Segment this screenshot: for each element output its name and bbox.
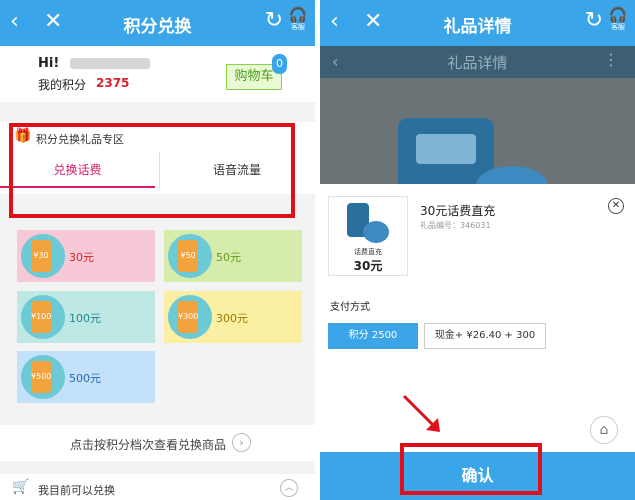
phone-icon: ¥100 bbox=[31, 301, 51, 333]
product-name: 30元话费直充 bbox=[420, 204, 496, 218]
recharge-card-500[interactable]: ¥500 500元 bbox=[17, 351, 155, 403]
card-amount: 100元 bbox=[69, 312, 101, 325]
recharge-card-100[interactable]: ¥100 100元 bbox=[17, 291, 155, 343]
recharge-card-50[interactable]: ¥50 50元 bbox=[164, 230, 302, 282]
points-exchange-screen: ‹ ✕ 积分兑换 ↻ 🎧 客服 Hi! 我的积分 2375 购物车 0 🎁 积分… bbox=[0, 0, 315, 500]
dimmed-background[interactable]: ‹ 礼品详情 ⋮ bbox=[320, 46, 635, 184]
top-bar: ‹ ✕ 礼品详情 ↻ 🎧 客服 bbox=[320, 0, 635, 46]
customer-service-label: 客服 bbox=[291, 23, 305, 31]
phone-illustration bbox=[398, 118, 494, 184]
pay-with-cash-option[interactable]: 现金+ ¥26.40 + 300 bbox=[424, 323, 546, 349]
product-number: 礼品编号：346031 bbox=[420, 221, 491, 230]
refresh-icon[interactable]: ↻ bbox=[585, 6, 603, 36]
more-icon: ⋮ bbox=[603, 50, 619, 69]
cart-icon: 🛒 bbox=[12, 479, 30, 495]
phone-icon: ¥300 bbox=[178, 301, 198, 333]
phone-icon: ¥500 bbox=[31, 361, 51, 393]
points-label: 我的积分 bbox=[38, 78, 87, 92]
customer-service-button[interactable]: 🎧 客服 bbox=[607, 7, 629, 32]
card-amount: 500元 bbox=[69, 372, 101, 385]
card-amount: 30元 bbox=[69, 251, 94, 264]
highlight-box bbox=[9, 123, 295, 218]
thumbnail-label: 话费直充 bbox=[354, 248, 382, 256]
gift-detail-screen: ‹ ✕ 礼品详情 ↻ 🎧 客服 ‹ 礼品详情 ⋮ 话费直充 30元 30元话费直… bbox=[320, 0, 635, 500]
recharge-card-300[interactable]: ¥300 300元 bbox=[164, 291, 302, 343]
highlight-box bbox=[400, 443, 542, 495]
browse-by-points-text: 点击按积分档次查看兑换商品 bbox=[70, 438, 227, 452]
points-value: 2375 bbox=[96, 76, 130, 90]
phone-icon: ¥50 bbox=[178, 240, 198, 272]
coin-icon bbox=[363, 221, 389, 243]
headset-icon: 🎧 bbox=[608, 6, 628, 24]
recharge-card-30[interactable]: ¥30 30元 bbox=[17, 230, 155, 282]
browse-by-points-link[interactable]: 点击按积分档次查看兑换商品 › bbox=[0, 425, 315, 461]
underlying-title: 礼品详情 bbox=[447, 54, 508, 72]
thumbnail-value: 30元 bbox=[353, 259, 383, 273]
pay-with-points-option[interactable]: 积分 2500 bbox=[328, 323, 418, 349]
close-sheet-icon[interactable]: ✕ bbox=[608, 198, 624, 214]
payment-method-label: 支付方式 bbox=[330, 302, 370, 313]
product-thumbnail: 话费直充 30元 bbox=[328, 196, 408, 276]
cart-badge: 0 bbox=[272, 54, 287, 74]
user-info: Hi! 我的积分 2375 购物车 0 bbox=[0, 46, 315, 102]
underlying-header: ‹ 礼品详情 ⋮ bbox=[320, 46, 635, 78]
card-amount: 50元 bbox=[216, 251, 241, 264]
blurred-username bbox=[70, 58, 150, 69]
can-exchange-section[interactable]: 🛒 我目前可以兑换 ︿ bbox=[0, 474, 315, 500]
home-icon[interactable]: ⌂ bbox=[590, 416, 618, 444]
chevron-up-icon[interactable]: ︿ bbox=[280, 479, 298, 497]
chevron-right-icon: › bbox=[232, 433, 251, 452]
phone-screen bbox=[416, 134, 476, 164]
headset-icon: 🎧 bbox=[288, 6, 308, 24]
phone-icon: ¥30 bbox=[31, 240, 51, 272]
greeting: Hi! bbox=[38, 56, 60, 71]
customer-service-button[interactable]: 🎧 客服 bbox=[287, 7, 309, 32]
can-exchange-text: 我目前可以兑换 bbox=[38, 484, 115, 497]
purchase-sheet: 话费直充 30元 30元话费直充 礼品编号：346031 ✕ 支付方式 积分 2… bbox=[320, 184, 635, 452]
refresh-icon[interactable]: ↻ bbox=[265, 6, 283, 36]
customer-service-label: 客服 bbox=[611, 23, 625, 31]
card-amount: 300元 bbox=[216, 312, 248, 325]
pointer-arrow-icon bbox=[402, 394, 440, 432]
top-bar: ‹ ✕ 积分兑换 ↻ 🎧 客服 bbox=[0, 0, 315, 46]
